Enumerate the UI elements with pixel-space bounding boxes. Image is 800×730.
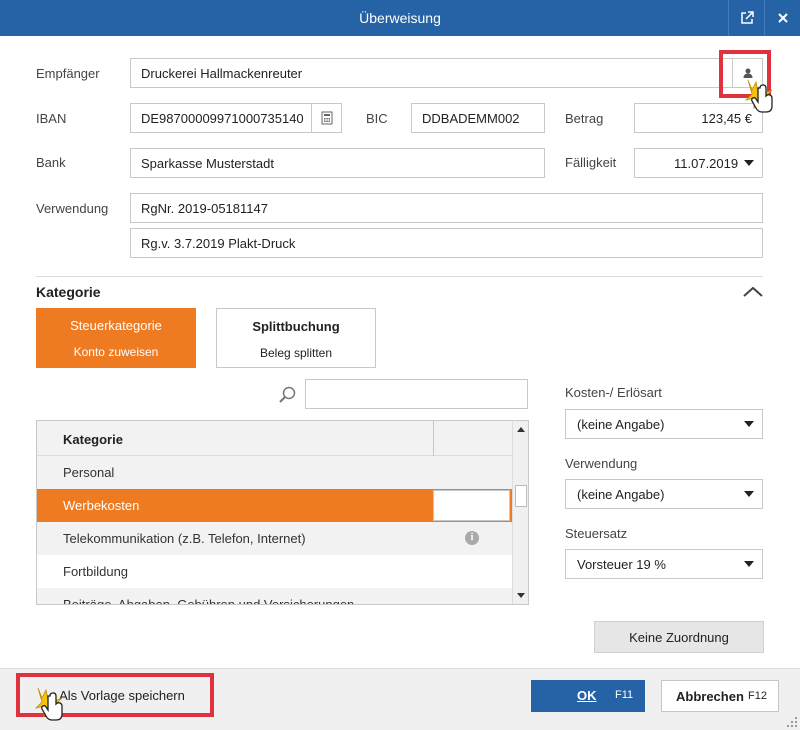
cost-type-value: (keine Angabe): [577, 417, 665, 432]
popout-button[interactable]: [728, 0, 764, 36]
window-title: Überweisung: [359, 10, 441, 26]
table-row-label: Personal: [63, 465, 115, 480]
chevron-down-icon: [744, 160, 754, 166]
click-cursor-icon: [744, 79, 773, 113]
bank-label: Bank: [36, 155, 66, 170]
table-header-category[interactable]: Kategorie: [63, 432, 123, 447]
ok-button-label: OK: [577, 688, 597, 703]
search-icon: [278, 385, 298, 405]
bic-value: DDBADEMM002: [422, 111, 520, 126]
close-button[interactable]: [764, 0, 800, 36]
table-row-selected[interactable]: Werbekosten: [37, 489, 512, 522]
collapse-button[interactable]: [742, 285, 764, 299]
recipient-label: Empfänger: [36, 66, 100, 81]
bank-value: Sparkasse Musterstadt: [141, 156, 274, 171]
cost-type-label: Kosten-/ Erlösart: [565, 385, 662, 400]
info-icon[interactable]: i: [465, 531, 479, 545]
tab-split-booking-title: Splittbuchung: [252, 319, 340, 334]
chevron-down-icon: [744, 421, 754, 427]
iban-label: IBAN: [36, 111, 67, 126]
calculator-icon: [321, 111, 332, 125]
table-row-label: Fortbildung: [63, 564, 129, 579]
due-date-select[interactable]: 11.07.2019: [634, 148, 763, 178]
table-row-label: Werbekosten: [63, 498, 140, 513]
no-assignment-button[interactable]: Keine Zuordnung: [594, 621, 764, 653]
table-row[interactable]: Personal: [37, 456, 512, 489]
iban-calculator-button[interactable]: [311, 104, 341, 132]
section-divider: [36, 276, 763, 277]
tab-tax-category[interactable]: Steuerkategorie Konto zuweisen: [36, 308, 196, 368]
category-search-input[interactable]: [305, 379, 528, 409]
recipient-value: Druckerei Hallmackenreuter: [141, 66, 303, 81]
chevron-down-icon: [744, 491, 754, 497]
table-header: Kategorie: [37, 421, 512, 456]
chevron-down-icon: [744, 561, 754, 567]
usage-label: Verwendung: [565, 456, 638, 471]
tab-split-booking-subtitle: Beleg splitten: [259, 346, 333, 360]
close-icon: [777, 13, 788, 23]
table-row-label: Beiträge, Abgaben, Gebühren und Versiche…: [63, 597, 355, 605]
purpose-line1-value: RgNr. 2019-05181147: [141, 201, 268, 216]
tax-rate-select[interactable]: Vorsteuer 19 %: [565, 549, 763, 579]
ok-shortcut: F11: [615, 689, 634, 701]
resize-grip-icon[interactable]: [786, 716, 798, 728]
cost-type-select[interactable]: (keine Angabe): [565, 409, 763, 439]
purpose-label: Verwendung: [36, 201, 109, 216]
popout-icon: [740, 11, 754, 24]
table-row[interactable]: Fortbildung: [37, 555, 512, 588]
scroll-down-icon[interactable]: [517, 593, 525, 598]
scroll-up-icon[interactable]: [517, 427, 525, 432]
chevron-up-icon: [743, 286, 763, 297]
table-row-label: Telekommunikation (z.B. Telefon, Interne…: [63, 531, 306, 546]
tax-rate-label: Steuersatz: [565, 526, 628, 541]
table-row-extra-cell: [433, 490, 510, 521]
cancel-button-label: Abbrechen: [676, 689, 744, 704]
click-cursor-icon: [34, 687, 63, 721]
recipient-field[interactable]: Druckerei Hallmackenreuter: [130, 58, 763, 88]
purpose-line2-value: Rg.v. 3.7.2019 Plakt-Druck: [141, 236, 296, 251]
column-divider: [433, 421, 434, 456]
amount-label: Betrag: [565, 111, 604, 126]
cancel-button[interactable]: Abbrechen F12: [661, 680, 779, 712]
tab-tax-category-title: Steuerkategorie: [70, 318, 162, 333]
bic-field[interactable]: DDBADEMM002: [411, 103, 545, 133]
bank-field[interactable]: Sparkasse Musterstadt: [130, 148, 545, 178]
purpose-line2-field[interactable]: Rg.v. 3.7.2019 Plakt-Druck: [130, 228, 763, 258]
iban-value: DE98700009971000735140: [141, 111, 304, 126]
table-scrollbar[interactable]: [512, 421, 528, 604]
usage-value: (keine Angabe): [577, 487, 665, 502]
due-date-label: Fälligkeit: [565, 155, 617, 170]
category-section-title: Kategorie: [36, 284, 101, 300]
due-date-value: 11.07.2019: [674, 156, 739, 171]
purpose-line1-field[interactable]: RgNr. 2019-05181147: [130, 193, 763, 223]
cancel-shortcut: F12: [748, 690, 767, 702]
tax-rate-value: Vorsteuer 19 %: [577, 557, 666, 572]
tab-tax-category-subtitle: Konto zuweisen: [73, 345, 159, 359]
category-table: Kategorie Personal Werbekosten Telekommu…: [36, 420, 529, 605]
iban-field[interactable]: DE98700009971000735140: [130, 103, 342, 133]
title-bar: Überweisung: [0, 0, 800, 36]
scroll-thumb[interactable]: [515, 485, 527, 507]
table-row[interactable]: Telekommunikation (z.B. Telefon, Interne…: [37, 522, 512, 555]
bic-label: BIC: [366, 111, 388, 126]
table-row[interactable]: Beiträge, Abgaben, Gebühren und Versiche…: [37, 588, 512, 605]
tab-split-booking[interactable]: Splittbuchung Beleg splitten: [216, 308, 376, 368]
ok-button[interactable]: OK F11: [531, 680, 645, 712]
usage-select[interactable]: (keine Angabe): [565, 479, 763, 509]
